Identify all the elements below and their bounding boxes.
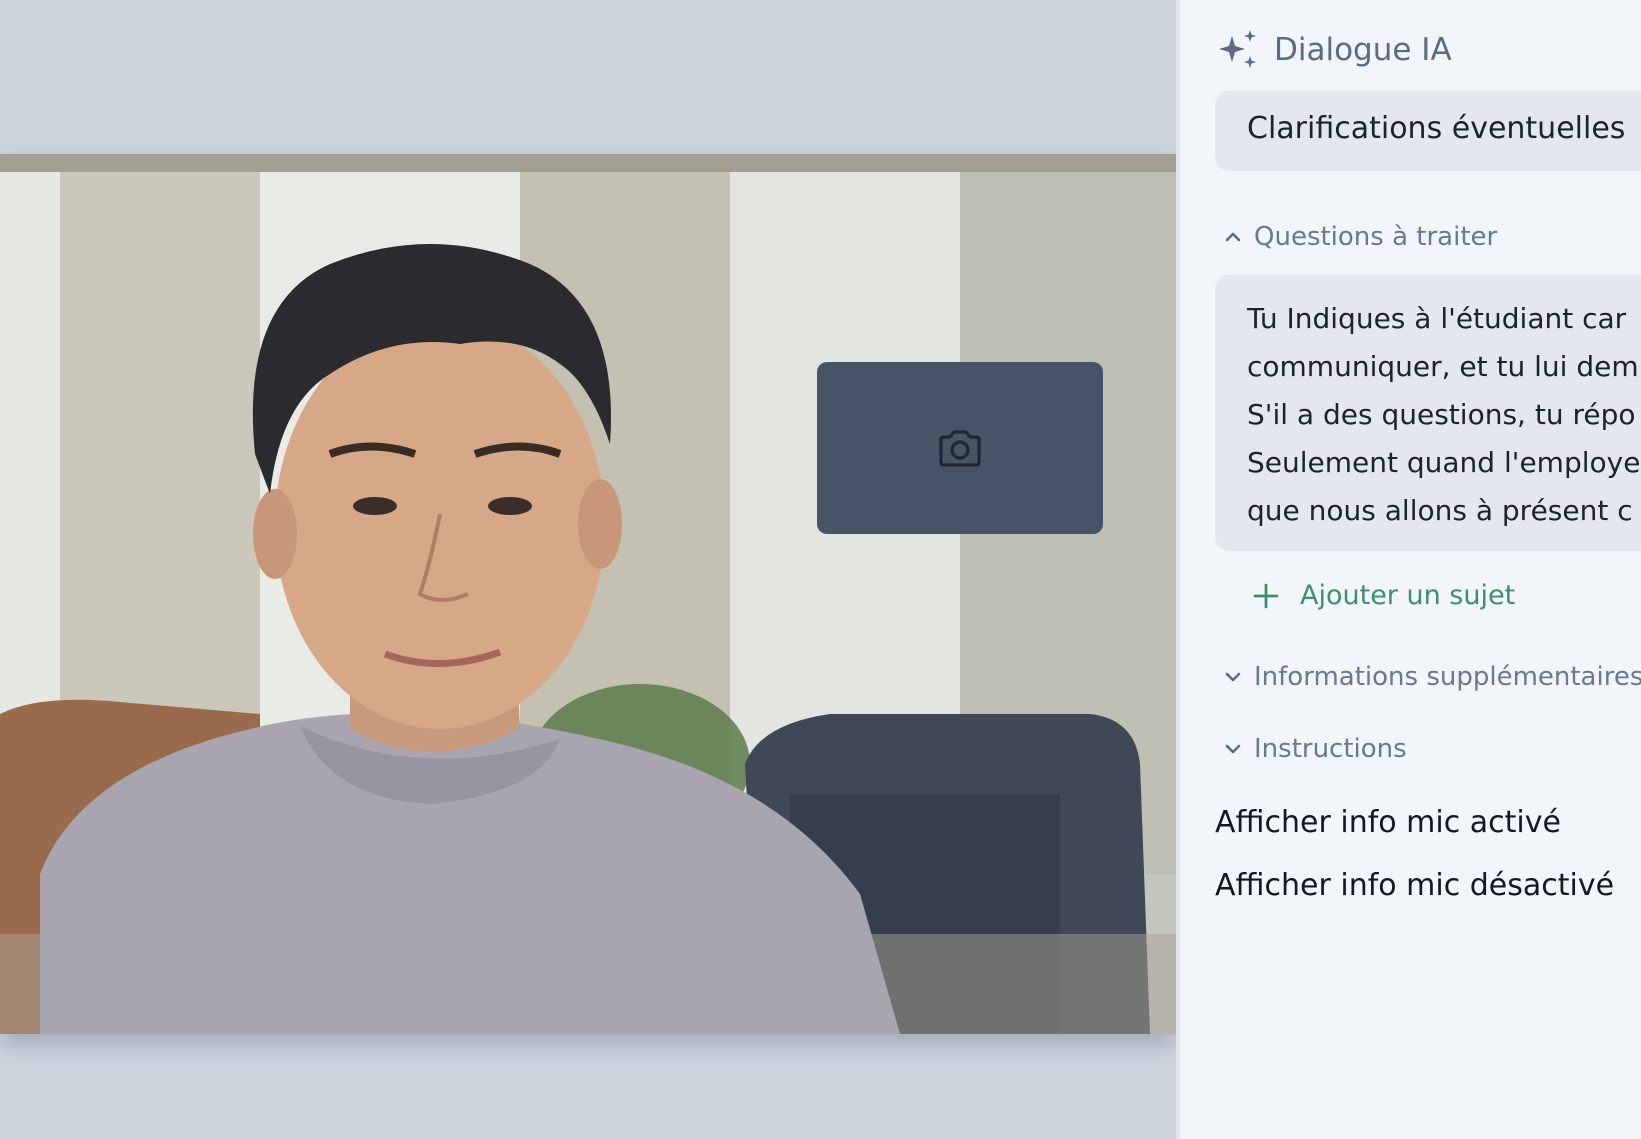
section-extra-info[interactable]: Informations supplémentaires	[1222, 662, 1641, 692]
questions-line: S'il a des questions, tu répo	[1247, 398, 1636, 431]
panel-header: Dialogue IA	[1214, 26, 1452, 74]
chevron-down-icon	[1225, 744, 1241, 754]
questions-line: que nous allons à présent c	[1247, 494, 1633, 527]
self-view-placeholder[interactable]	[817, 362, 1103, 534]
panel-title: Dialogue IA	[1274, 32, 1452, 68]
chevron-down-icon	[1225, 672, 1241, 682]
section-questions-label: Questions à traiter	[1254, 222, 1498, 252]
chevron-up-icon	[1225, 232, 1241, 242]
section-questions[interactable]: Questions à traiter	[1222, 222, 1497, 252]
section-instructions[interactable]: Instructions	[1222, 734, 1407, 764]
add-topic-label: Ajouter un sujet	[1300, 580, 1516, 611]
camera-icon	[939, 430, 981, 467]
participant-video-image	[0, 154, 1176, 1034]
questions-line: communiquer, et tu lui dem	[1247, 350, 1639, 383]
questions-line: Tu Indiques à l'étudiant car	[1247, 302, 1627, 335]
topic-pill[interactable]: Clarifications éventuelles	[1215, 91, 1641, 171]
video-stage	[0, 0, 1176, 1139]
questions-line: Seulement quand l'employe	[1247, 446, 1641, 479]
participant-video	[0, 154, 1176, 1034]
mic-off-info-toggle[interactable]: Afficher info mic désactivé	[1215, 868, 1614, 903]
questions-textarea[interactable]: Tu Indiques à l'étudiant car communiquer…	[1215, 275, 1641, 551]
mic-on-info-toggle[interactable]: Afficher info mic activé	[1215, 805, 1561, 840]
add-topic-button[interactable]: Ajouter un sujet	[1252, 580, 1515, 611]
section-instructions-label: Instructions	[1254, 734, 1407, 764]
section-extra-info-label: Informations supplémentaires	[1254, 662, 1641, 692]
sparkles-icon	[1219, 30, 1256, 68]
ai-dialogue-panel: Dialogue IA Clarifications éventuelles Q…	[1176, 0, 1641, 1139]
plus-icon	[1253, 583, 1279, 608]
